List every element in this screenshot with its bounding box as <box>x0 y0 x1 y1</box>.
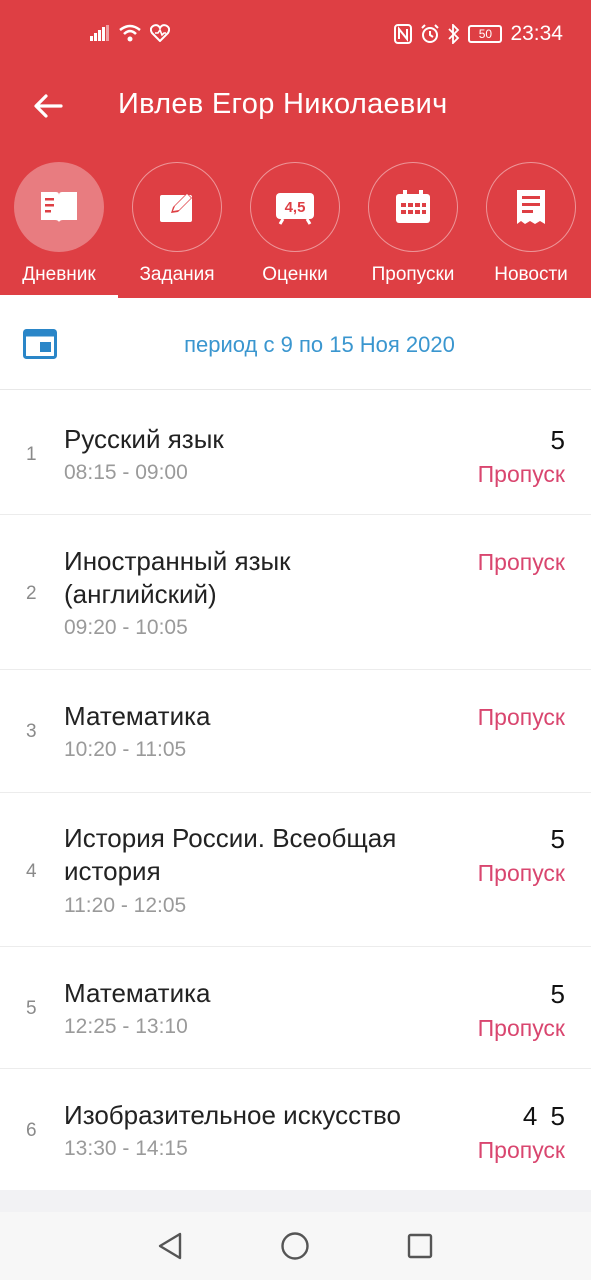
battery-level: 50 <box>478 27 493 41</box>
lesson-number: 6 <box>26 1120 37 1141</box>
lesson-number: 2 <box>26 583 37 604</box>
news-icon <box>517 190 545 224</box>
period-bar: период с 9 по 15 Ноя 2020 <box>0 298 591 390</box>
lesson-number: 3 <box>26 721 37 742</box>
lesson-number: 4 <box>26 861 37 882</box>
back-button[interactable] <box>28 86 68 126</box>
status-right-icons: 50 23:34 <box>394 22 563 46</box>
lesson-grade: 4 5 <box>522 1101 565 1131</box>
arrow-left-icon <box>34 94 63 118</box>
tab-absences-label: Пропуски <box>371 264 455 285</box>
calendar-icon <box>396 190 430 223</box>
wifi-icon <box>119 24 141 42</box>
alarm-icon <box>421 24 440 43</box>
tab-diary-label: Дневник <box>22 264 96 285</box>
nfc-icon <box>394 24 413 44</box>
tab-news-circle <box>486 162 576 252</box>
heart-icon <box>150 24 170 42</box>
lesson-row[interactable]: 4 История России. Всеобщая история 11:20… <box>0 793 591 947</box>
battery-icon: 50 <box>468 25 503 43</box>
page-title: Ивлев Егор Николаевич <box>118 88 448 120</box>
lesson-subject: Иностранный язык (английский) <box>64 546 291 609</box>
home-circle-icon <box>281 1232 309 1260</box>
lesson-subject: История России. Всеобщая история <box>64 823 397 886</box>
system-nav-bar <box>0 1212 591 1280</box>
tab-grades[interactable]: 4,5 Оценки <box>236 160 354 298</box>
lesson-absence: Пропуск <box>477 1015 565 1041</box>
bluetooth-icon <box>448 24 460 44</box>
lesson-time: 09:20 - 10:05 <box>64 616 188 639</box>
tab-assignments[interactable]: Задания <box>118 160 236 298</box>
lesson-absence: Пропуск <box>477 704 565 730</box>
lesson-subject: Русский язык <box>64 424 224 454</box>
lesson-grade: 5 <box>550 425 565 455</box>
lesson-subject: Математика <box>64 701 211 731</box>
lesson-absence: Пропуск <box>477 549 565 575</box>
lesson-subject: Математика <box>64 978 211 1008</box>
section-tabs: Дневник Задания 4,5 Оценки Пропуски Ново… <box>0 160 591 298</box>
lesson-absence: Пропуск <box>477 860 565 886</box>
grades-icon-text: 4,5 <box>285 199 306 216</box>
back-triangle-icon <box>158 1232 182 1260</box>
lesson-grade: 5 <box>550 824 565 854</box>
tab-absences[interactable]: Пропуски <box>354 160 472 298</box>
nav-recents-button[interactable] <box>402 1228 438 1264</box>
status-time: 23:34 <box>510 22 563 45</box>
status-left-icons <box>90 24 170 42</box>
tab-assignments-circle <box>132 162 222 252</box>
recents-square-icon <box>407 1233 433 1259</box>
tab-news-label: Новости <box>494 264 568 285</box>
tab-news[interactable]: Новости <box>472 160 590 298</box>
grades-icon: 4,5 <box>276 193 314 225</box>
lesson-row[interactable]: 1 Русский язык 08:15 - 09:00 5 Пропуск <box>0 392 591 515</box>
lesson-time: 13:30 - 14:15 <box>64 1137 188 1160</box>
lesson-time: 10:20 - 11:05 <box>64 738 187 761</box>
edit-icon <box>160 193 192 222</box>
lesson-subject: Изобразительное искусство <box>64 1100 401 1130</box>
book-icon <box>41 192 77 222</box>
lesson-row[interactable]: 3 Математика 10:20 - 11:05 Пропуск <box>0 670 591 793</box>
nav-home-button[interactable] <box>277 1228 313 1264</box>
app-bar: Ивлев Егор Николаевич Дневник Задания 4,… <box>0 72 591 298</box>
lesson-time: 08:15 - 09:00 <box>64 461 188 484</box>
lesson-row[interactable]: 6 Изобразительное искусство 13:30 - 14:1… <box>0 1069 591 1190</box>
list-bottom-spacer <box>0 1190 591 1212</box>
tab-assignments-label: Задания <box>139 264 215 285</box>
signal-icon <box>90 25 109 41</box>
lesson-time: 11:20 - 12:05 <box>64 894 187 917</box>
period-text[interactable]: период с 9 по 15 Ноя 2020 <box>0 332 591 358</box>
lesson-absence: Пропуск <box>477 461 565 487</box>
lesson-grade: 5 <box>550 979 565 1009</box>
lesson-row[interactable]: 5 Математика 12:25 - 13:10 5 Пропуск <box>0 947 591 1069</box>
lesson-absence: Пропуск <box>477 1137 565 1163</box>
tab-diary-circle <box>14 162 104 252</box>
lesson-row[interactable]: 2 Иностранный язык (английский) 09:20 - … <box>0 515 591 670</box>
tab-diary[interactable]: Дневник <box>0 160 118 298</box>
lesson-number: 1 <box>26 444 37 465</box>
nav-back-button[interactable] <box>152 1228 188 1264</box>
status-bar: 50 23:34 <box>0 0 591 72</box>
tab-grades-circle: 4,5 <box>250 162 340 252</box>
tab-grades-label: Оценки <box>262 264 328 285</box>
tab-absences-circle <box>368 162 458 252</box>
lesson-number: 5 <box>26 998 37 1019</box>
lesson-time: 12:25 - 13:10 <box>64 1015 188 1038</box>
